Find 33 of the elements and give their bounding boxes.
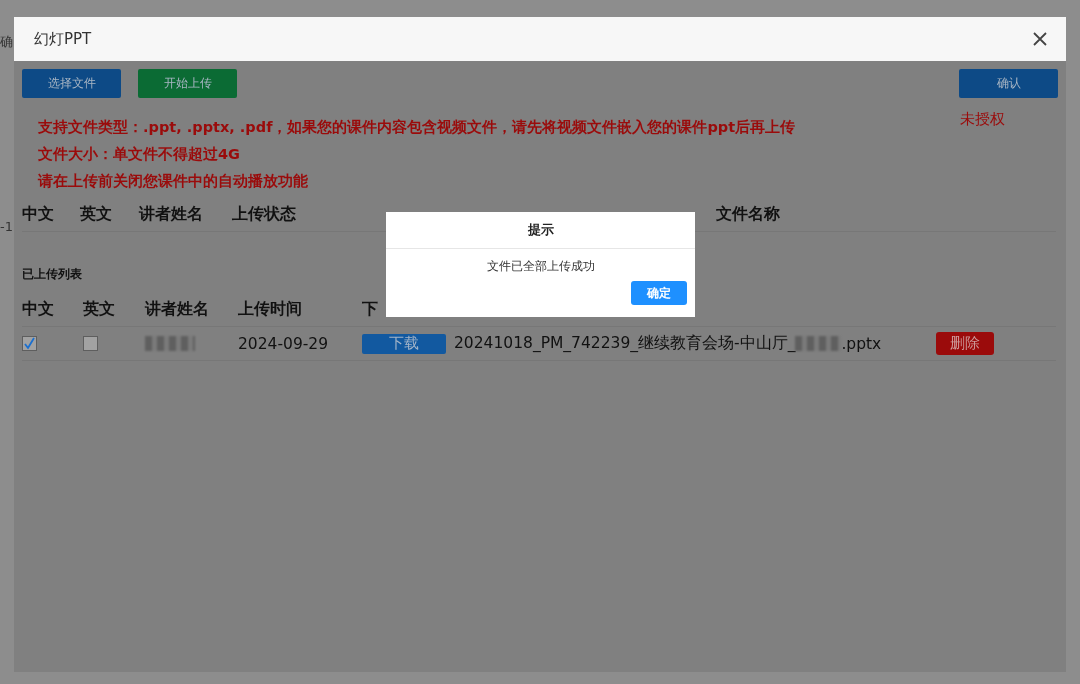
window-title: 幻灯PPT bbox=[34, 29, 92, 49]
upload-button[interactable]: 开始上传 bbox=[138, 69, 237, 98]
column-header: 中文 bbox=[22, 204, 54, 225]
background-text: -1 bbox=[0, 219, 14, 234]
column-header: 英文 bbox=[80, 204, 112, 225]
delete-button[interactable]: 删除 bbox=[936, 332, 994, 355]
ok-button[interactable]: 确定 bbox=[631, 281, 687, 305]
redacted-block bbox=[795, 336, 842, 351]
notice-text: 请在上传前关闭您课件中的自动播放功能 bbox=[38, 172, 309, 191]
dialog-title: 提示 bbox=[386, 212, 695, 249]
column-header: 下 bbox=[362, 299, 378, 320]
column-header: 上传状态 bbox=[232, 204, 296, 225]
table-cell-text: 2024-09-29 bbox=[238, 334, 330, 353]
choose-file-button[interactable]: 选择文件 bbox=[22, 69, 121, 98]
file-extension: .pptx bbox=[841, 334, 882, 353]
column-header: 文件名称 bbox=[716, 204, 780, 225]
close-icon[interactable] bbox=[1032, 31, 1048, 47]
notice-text: 文件大小：单文件不得超过4G bbox=[38, 145, 241, 164]
redacted-block bbox=[145, 336, 195, 351]
column-header: 英文 bbox=[83, 299, 115, 320]
download-button[interactable]: 下载 bbox=[362, 333, 446, 354]
file-name: 20241018_PM_742239_继续教育会场-中山厅_ bbox=[454, 333, 796, 354]
notice-text: 支持文件类型：.ppt, .pptx, .pdf，如果您的课件内容包含视频文件，请先将视频文件嵌入您的课件ppt后再上传 bbox=[38, 118, 796, 137]
dialog-message: 文件已全部上传成功 bbox=[485, 259, 596, 274]
checkbox[interactable] bbox=[83, 336, 98, 351]
column-header: 讲者姓名 bbox=[145, 299, 209, 320]
confirm-button[interactable]: 确认 bbox=[959, 69, 1058, 98]
auth-status: 未授权 bbox=[960, 110, 1005, 129]
background-text: 确 bbox=[0, 33, 14, 51]
column-header: 讲者姓名 bbox=[139, 204, 203, 225]
column-header: 上传时间 bbox=[238, 299, 302, 320]
checkbox[interactable] bbox=[22, 336, 37, 351]
column-header: 中文 bbox=[22, 299, 54, 320]
